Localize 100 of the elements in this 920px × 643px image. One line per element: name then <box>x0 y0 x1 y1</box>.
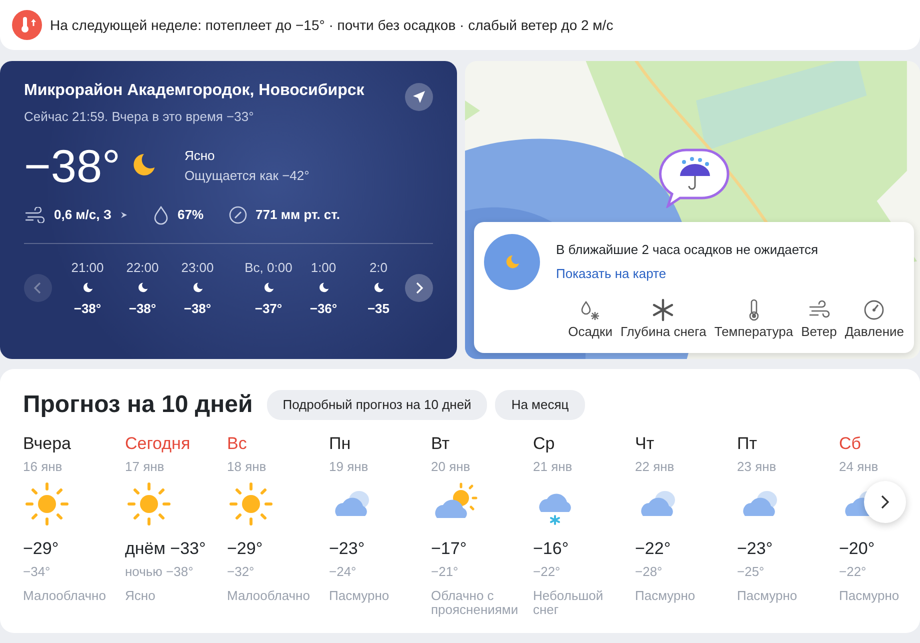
hour-temperature: −36° <box>310 300 338 318</box>
show-on-map-link[interactable]: Показать на карте <box>556 264 818 283</box>
location-title: Микрорайон Академгородок, Новосибирск <box>24 81 364 101</box>
day-condition: Пасмурно <box>635 589 696 604</box>
night-temperature: ночью −38° <box>125 562 194 580</box>
hour-time: 23:00 <box>181 258 214 276</box>
moon-icon <box>80 281 94 295</box>
map-layer-button[interactable]: Осадки <box>568 298 612 341</box>
night-temperature: −34° <box>23 562 52 580</box>
day-temperature: −17° <box>431 538 468 560</box>
condition-text: Ясно <box>184 147 216 165</box>
forecast-pill-button[interactable]: На месяц <box>495 390 585 420</box>
day-date: 17 янв <box>125 458 166 476</box>
hour-temperature: −38° <box>74 300 102 318</box>
humidity-value: 67% <box>178 206 204 224</box>
day-condition: Ясно <box>125 589 156 604</box>
day-temperature: −20° <box>839 538 876 560</box>
nowcast-text: В ближайшие 2 часа осадков не ожидается <box>556 241 818 259</box>
pressure-gauge-icon <box>228 204 248 224</box>
sun-icon <box>23 480 71 528</box>
chevron-right-icon <box>880 494 890 510</box>
umbrella-marker-icon <box>658 148 732 208</box>
snowflake-icon <box>651 298 676 322</box>
night-temperature: −24° <box>329 562 358 580</box>
moon-icon <box>484 234 540 290</box>
day-name: Ср <box>533 433 556 455</box>
moon-icon <box>136 281 150 295</box>
thermometer-up-icon <box>12 10 42 40</box>
moon-icon <box>190 281 204 295</box>
day-name: Пн <box>329 433 352 455</box>
feels-like-text: Ощущается как −42° <box>184 166 310 185</box>
day-date: 19 янв <box>329 458 370 476</box>
gauge-icon <box>862 298 886 322</box>
hour-time: 1:00 <box>310 258 336 276</box>
chevron-right-icon <box>414 282 424 294</box>
wind-value: 0,6 м/с, З <box>54 206 112 224</box>
map-layer-button[interactable]: Температура <box>714 298 794 341</box>
hour-time: 22:00 <box>126 258 159 276</box>
night-temperature: −32° <box>227 562 256 580</box>
day-temperature: −23° <box>737 538 774 560</box>
moon-icon <box>316 281 330 295</box>
location-arrow-icon <box>412 90 426 104</box>
hour-time: 21:00 <box>71 258 104 276</box>
moon-icon <box>262 281 276 295</box>
day-condition: Облачно с прояснениями <box>431 589 520 618</box>
day-date: 24 янв <box>839 458 880 476</box>
day-temperature: −29° <box>23 538 60 560</box>
night-temperature: −22° <box>533 562 562 580</box>
chevron-left-icon <box>33 282 43 294</box>
forecast-title: Прогноз на 10 дней <box>23 390 253 420</box>
map-layer-button[interactable]: Глубина снега <box>620 298 706 341</box>
day-date: 21 янв <box>533 458 574 476</box>
next-hours-button[interactable] <box>405 274 433 302</box>
pressure-value: 771 мм рт. ст. <box>256 206 340 224</box>
location-button[interactable] <box>405 83 433 111</box>
day-temperature: −29° <box>227 538 264 560</box>
hour-temperature: −38° <box>128 300 156 318</box>
next-days-button[interactable] <box>864 481 906 523</box>
night-temperature: −28° <box>635 562 664 580</box>
day-condition: Пасмурно <box>737 589 798 604</box>
day-temperature: днём −33° <box>125 538 207 560</box>
day-date: 20 янв <box>431 458 472 476</box>
current-time-note: Сейчас 21:59. Вчера в это время −33° <box>24 108 255 126</box>
day-name: Чт <box>635 433 656 455</box>
night-temperature: −22° <box>839 562 868 580</box>
current-temperature: −38° <box>24 142 120 188</box>
day-date: 23 янв <box>737 458 778 476</box>
day-date: 22 янв <box>635 458 676 476</box>
wind-icon <box>24 206 46 222</box>
day-condition: Небольшой снег <box>533 589 604 618</box>
map-layer-button[interactable]: Ветер <box>801 298 837 341</box>
night-temperature: −21° <box>431 562 460 580</box>
day-temperature: −16° <box>533 538 570 560</box>
day-condition: Пасмурно <box>839 589 900 604</box>
forecast-pill-button[interactable]: Подробный прогноз на 10 дней <box>266 390 488 420</box>
day-date: 16 янв <box>23 458 64 476</box>
day-condition: Малооблачно <box>23 589 107 604</box>
day-name: Пт <box>737 433 758 455</box>
wind-direction-icon <box>120 210 128 218</box>
day-date: 18 янв <box>227 458 268 476</box>
day-name: Сегодня <box>125 433 192 455</box>
day-condition: Пасмурно <box>329 589 390 604</box>
map-layer-button[interactable]: Давление <box>844 298 904 341</box>
sun-icon <box>125 480 173 528</box>
night-temperature: −25° <box>737 562 766 580</box>
forecast-notice: На следующей неделе: потеплеет до −15° · почти без осадков · слабый ветер до 2 м/с <box>50 16 614 35</box>
hour-temperature: −35 <box>367 300 390 318</box>
hour-temperature: −37° <box>254 300 282 318</box>
day-name: Вт <box>431 433 451 455</box>
hour-time: Вс, 0:00 <box>244 258 292 276</box>
day-condition: Малооблачно <box>227 589 311 604</box>
day-name: Вчера <box>23 433 72 455</box>
humidity-icon <box>152 204 170 224</box>
day-temperature: −23° <box>329 538 366 560</box>
sun-icon <box>227 480 275 528</box>
moon-icon <box>372 281 386 295</box>
day-name: Вс <box>227 433 248 455</box>
day-temperature: −22° <box>635 538 672 560</box>
hour-temperature: −38° <box>184 300 212 318</box>
hour-time: 2:0 <box>369 258 388 276</box>
